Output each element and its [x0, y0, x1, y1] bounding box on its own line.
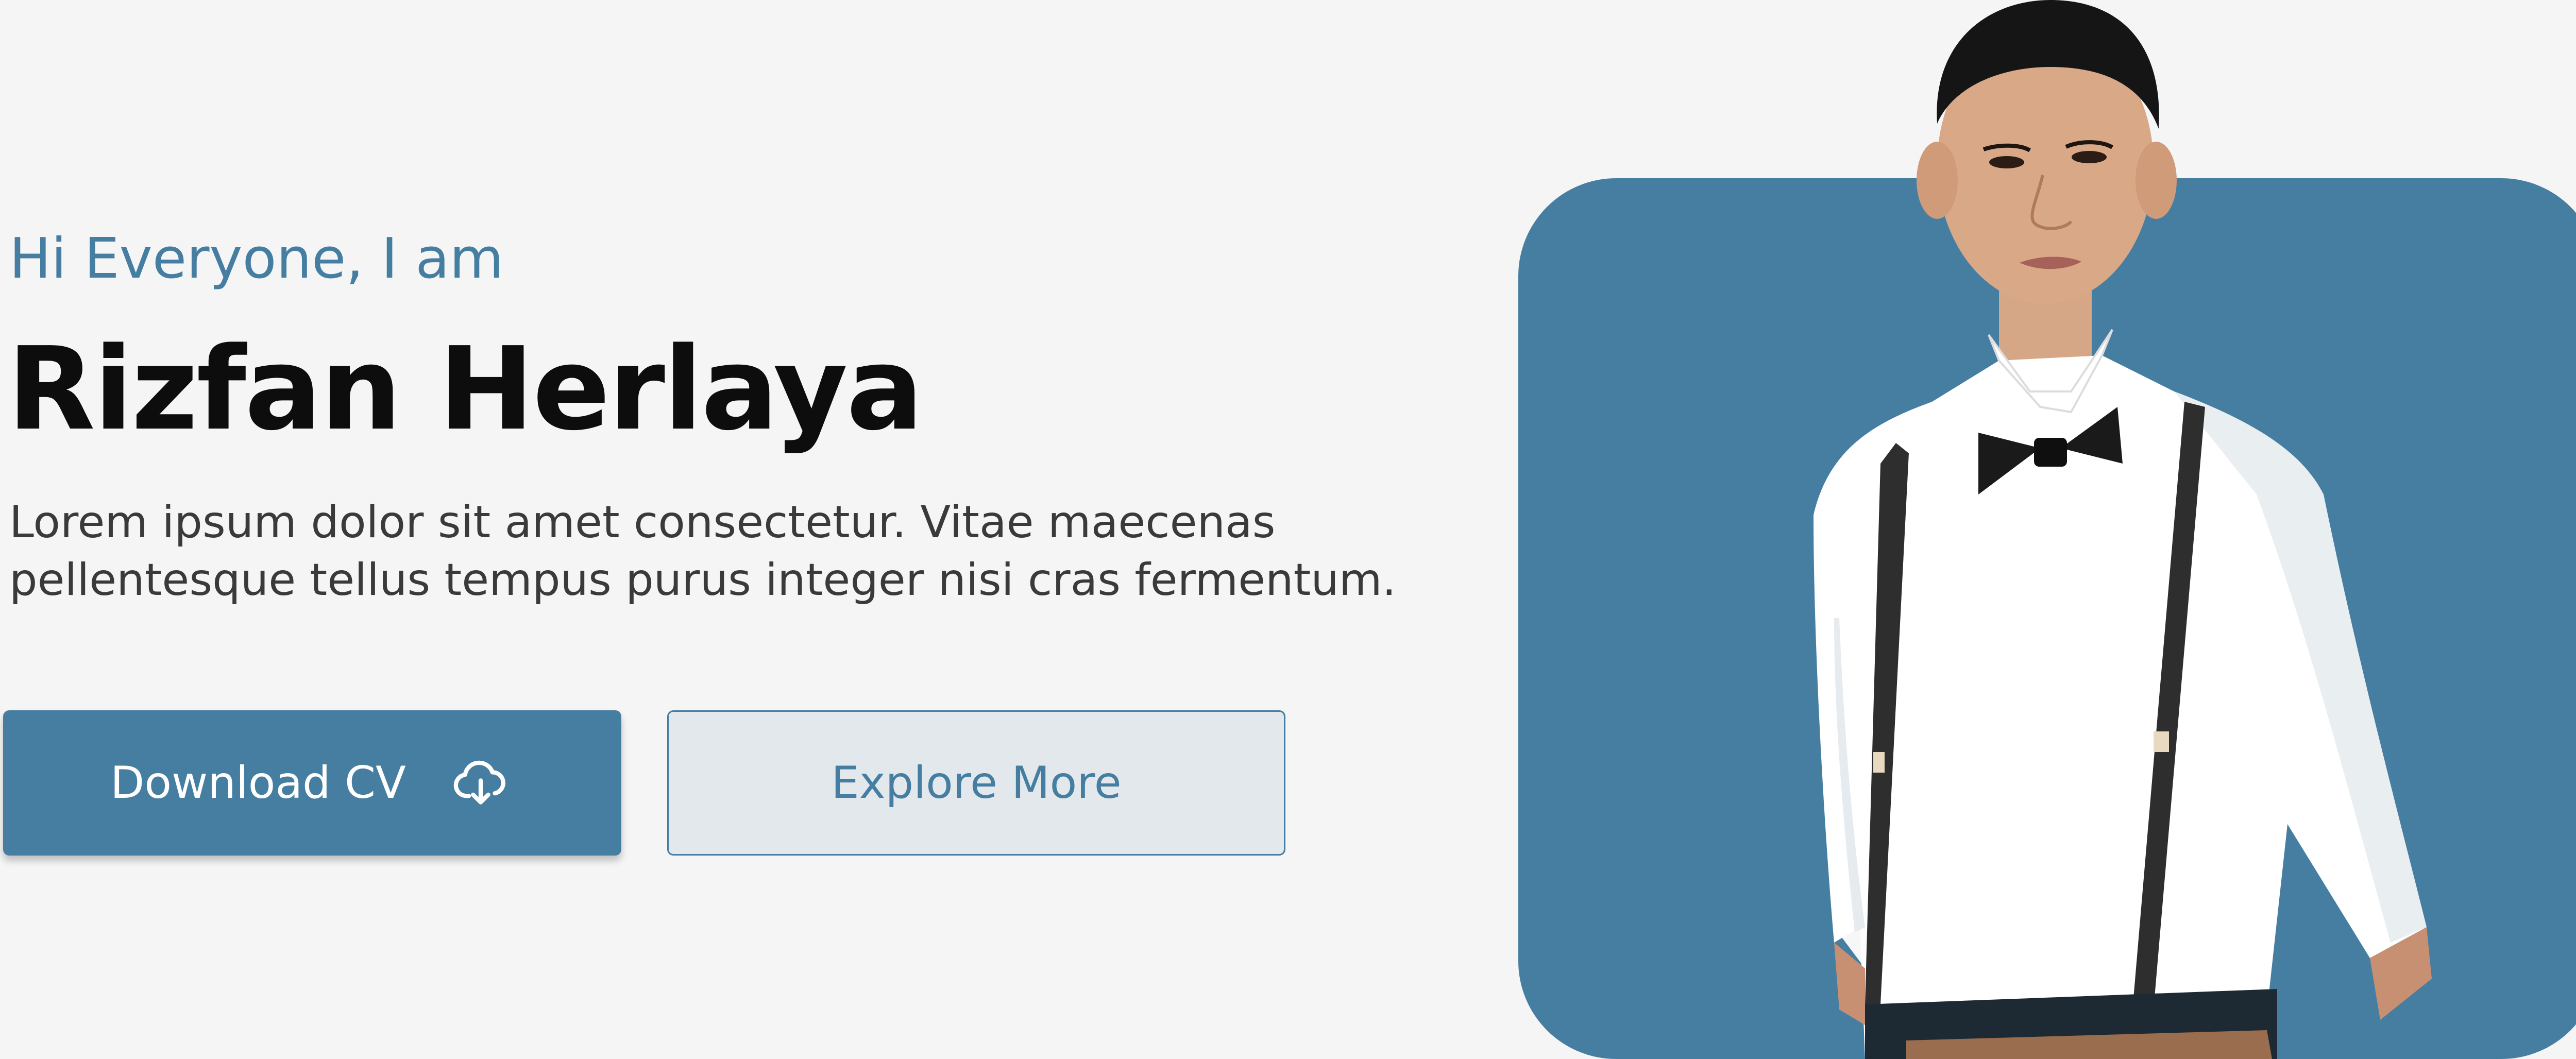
- hero-description: Lorem ipsum dolor sit amet consectetur. …: [9, 497, 1396, 606]
- download-cv-label: Download CV: [110, 757, 406, 809]
- download-cv-button[interactable]: Download CV: [3, 710, 621, 856]
- portrait-photo: [1814, 0, 2432, 1059]
- explore-more-label: Explore More: [831, 757, 1122, 809]
- hero-greeting: Hi Everyone, I am: [9, 227, 504, 291]
- hero-section: Hi Everyone, I am Rizfan Herlaya Lorem i…: [0, 0, 2576, 1059]
- explore-more-button[interactable]: Explore More: [667, 710, 1285, 856]
- cloud-download-icon: [447, 755, 514, 811]
- hero-name: Rizfan Herlaya: [7, 323, 923, 456]
